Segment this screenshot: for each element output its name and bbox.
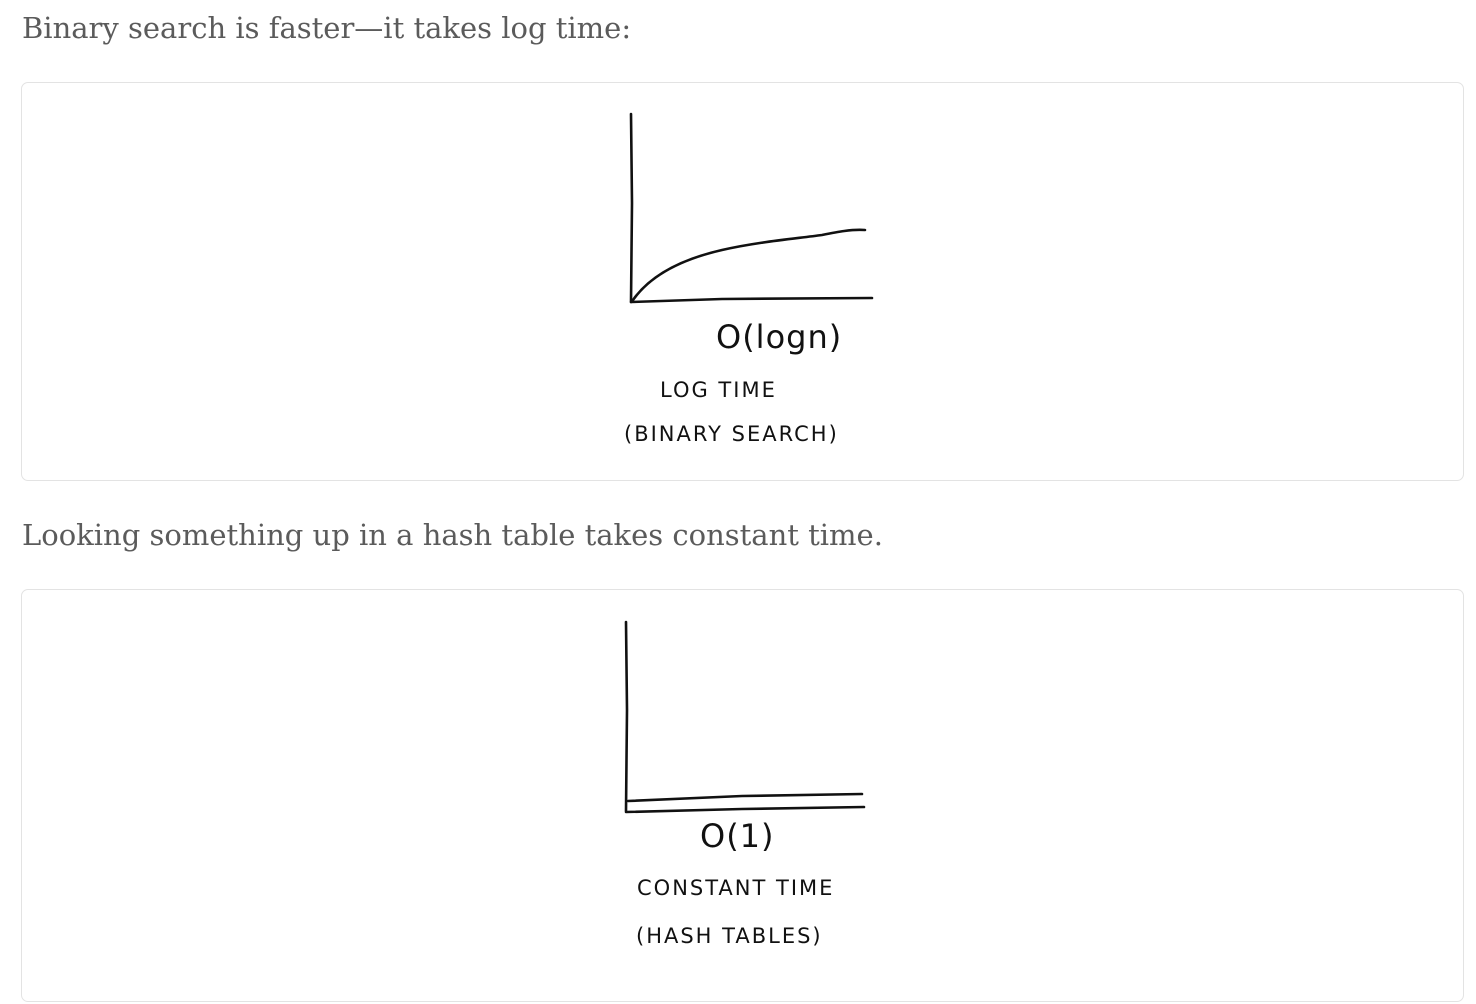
constant-time-graph: O(1) CONSTANT TIME (HASH TABLES) [624, 620, 866, 948]
log-time-graph: O(logn) LOG TIME (BINARY SEARCH) [624, 112, 874, 446]
hash-table-paragraph: Looking something up in a hash table tak… [22, 518, 883, 552]
log-time-figure: O(logn) LOG TIME (BINARY SEARCH) [21, 82, 1464, 481]
constant-time-line [626, 792, 864, 803]
binary-search-paragraph: Binary search is faster—it takes log tim… [22, 11, 632, 45]
log-time-curve [631, 228, 867, 302]
constant-time-y-axis [624, 620, 629, 813]
constant-time-sublabel: (HASH TABLES) [636, 924, 823, 948]
constant-time-figure: O(1) CONSTANT TIME (HASH TABLES) [21, 589, 1464, 1002]
constant-time-label: CONSTANT TIME [637, 876, 834, 900]
constant-time-x-axis [624, 805, 866, 814]
log-time-sublabel: (BINARY SEARCH) [624, 422, 839, 446]
log-time-label: LOG TIME [660, 378, 777, 402]
log-time-y-axis [629, 112, 634, 304]
log-time-x-axis [629, 296, 874, 304]
log-time-notation: O(logn) [716, 318, 842, 356]
constant-time-notation: O(1) [700, 817, 775, 855]
